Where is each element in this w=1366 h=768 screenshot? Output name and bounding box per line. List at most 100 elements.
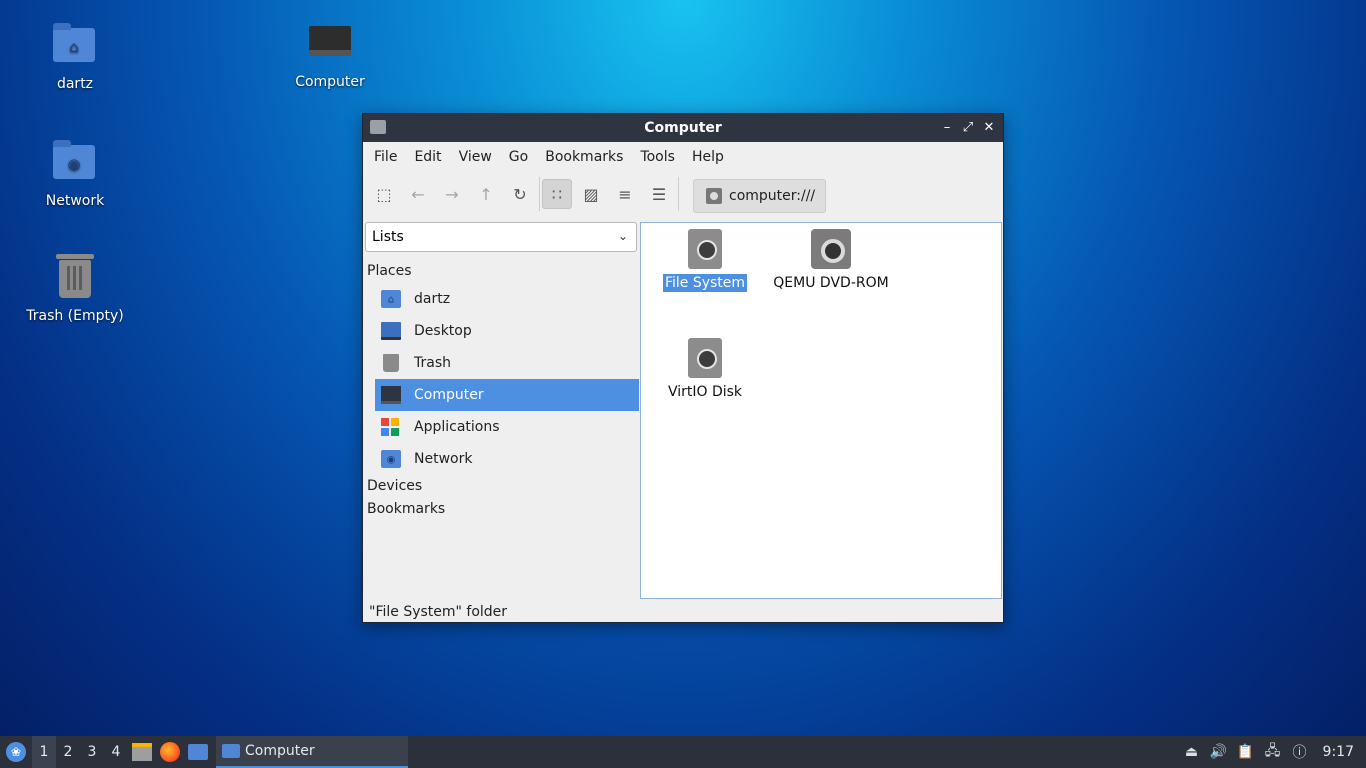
- clipboard-icon[interactable]: 📋: [1234, 736, 1258, 768]
- home-folder-icon: ⌂: [381, 290, 401, 308]
- trash-icon: [383, 354, 399, 372]
- reload-icon[interactable]: ↻: [505, 179, 535, 209]
- menubar: File Edit View Go Bookmarks Tools Help: [363, 142, 1003, 172]
- up-arrow-icon[interactable]: ↑: [471, 179, 501, 209]
- menu-tools[interactable]: Tools: [633, 149, 682, 165]
- file-item-file-system[interactable]: File System: [640, 229, 770, 292]
- status-bar: "File System" folder: [369, 604, 508, 620]
- harddisk-icon: [706, 188, 722, 204]
- desktop-icon-computer[interactable]: Computer: [275, 22, 385, 90]
- toolbar: ⬚ ← → ↑ ↻ ∷ ▨ ≡ ☰ computer:///: [363, 172, 1003, 216]
- firefox-icon: [160, 742, 180, 762]
- trash-icon: [56, 254, 94, 298]
- side-pane-mode-value: Lists: [372, 229, 404, 245]
- section-bookmarks[interactable]: Bookmarks: [363, 498, 641, 521]
- desktop-icon-label: Computer: [295, 74, 365, 90]
- sidebar-item-dartz[interactable]: ⌂ dartz: [375, 283, 639, 315]
- launcher-show-desktop[interactable]: [184, 736, 212, 768]
- chevron-down-icon: ⌄: [617, 229, 628, 243]
- folder-icon: [222, 744, 240, 758]
- file-item-label: VirtIO Disk: [667, 384, 743, 400]
- taskbar: ❀ 1 2 3 4 Computer ⏏ 🔊 📋 🖧 ⓘ 9:17: [0, 736, 1366, 768]
- file-manager-window: Computer – ⤢ ✕ File Edit View Go Bookmar…: [362, 113, 1004, 623]
- sidebar-item-label: Trash: [414, 355, 451, 371]
- workspace-1[interactable]: 1: [32, 736, 56, 768]
- task-button-computer[interactable]: Computer: [216, 736, 408, 768]
- desktop-icon-label: Network: [45, 193, 105, 209]
- system-tray: ⏏ 🔊 📋 🖧 ⓘ 9:17: [1180, 736, 1366, 768]
- sidebar-item-applications[interactable]: Applications: [375, 411, 639, 443]
- computer-icon: [309, 26, 351, 56]
- home-folder-icon: ⌂: [53, 23, 95, 62]
- file-item-label: File System: [662, 274, 748, 292]
- eject-icon[interactable]: ⏏: [1180, 736, 1204, 768]
- sidebar-item-desktop[interactable]: Desktop: [375, 315, 639, 347]
- harddisk-icon: [688, 338, 722, 378]
- network-folder-icon: ◉: [381, 450, 401, 468]
- desktop-icon-dartz[interactable]: ⌂ dartz: [20, 22, 130, 92]
- sidebar-item-network[interactable]: ◉ Network: [375, 443, 639, 475]
- desktop-icon-label: Trash (Empty): [26, 308, 124, 324]
- clock[interactable]: 9:17: [1323, 744, 1354, 760]
- harddisk-icon: [688, 229, 722, 269]
- toolbar-separator: [539, 177, 540, 211]
- maximize-button[interactable]: ⤢: [959, 119, 977, 137]
- start-menu-button[interactable]: ❀: [0, 736, 32, 768]
- new-window-icon[interactable]: ⬚: [369, 179, 399, 209]
- desktop-icon: [381, 322, 401, 340]
- applications-icon: [381, 418, 401, 436]
- file-item-virtio-disk[interactable]: VirtIO Disk: [640, 338, 770, 400]
- desktop-icon-trash[interactable]: Trash (Empty): [20, 254, 130, 324]
- distro-logo-icon: ❀: [6, 742, 26, 762]
- desktop-icon: [188, 744, 208, 760]
- toolbar-separator: [678, 177, 679, 211]
- detail-view-icon[interactable]: ☰: [644, 179, 674, 209]
- sidebar-item-label: Network: [414, 451, 473, 467]
- workspace-4[interactable]: 4: [104, 736, 128, 768]
- volume-icon[interactable]: 🔊: [1207, 736, 1231, 768]
- icon-view-icon[interactable]: ∷: [542, 179, 572, 209]
- sidebar-item-trash[interactable]: Trash: [375, 347, 639, 379]
- menu-bookmarks[interactable]: Bookmarks: [538, 149, 630, 165]
- thumbnail-view-icon[interactable]: ▨: [576, 179, 606, 209]
- section-devices[interactable]: Devices: [363, 475, 641, 498]
- file-item-qemu-dvd-rom[interactable]: QEMU DVD-ROM: [766, 229, 896, 291]
- desktop-icon-label: dartz: [56, 76, 94, 92]
- sidebar-item-label: Applications: [414, 419, 500, 435]
- workspace-3[interactable]: 3: [80, 736, 104, 768]
- network-status-icon[interactable]: 🖧: [1261, 736, 1285, 768]
- sidebar-item-computer[interactable]: Computer: [375, 379, 639, 411]
- desktop-icon-network[interactable]: ◉ Network: [20, 139, 130, 209]
- path-label: computer:///: [729, 188, 816, 204]
- close-button[interactable]: ✕: [980, 119, 998, 137]
- menu-help[interactable]: Help: [685, 149, 731, 165]
- file-icon-view[interactable]: File System QEMU DVD-ROM VirtIO Disk: [640, 222, 1002, 599]
- menu-edit[interactable]: Edit: [407, 149, 448, 165]
- file-item-label: QEMU DVD-ROM: [773, 275, 889, 291]
- network-folder-icon: ◉: [53, 140, 95, 179]
- side-pane: Lists ⌄ Places ⌂ dartz Desktop Trash Com…: [363, 216, 641, 600]
- launcher-file-manager[interactable]: [128, 736, 156, 768]
- window-titlebar[interactable]: Computer – ⤢ ✕: [363, 114, 1003, 142]
- forward-arrow-icon[interactable]: →: [437, 179, 467, 209]
- menu-view[interactable]: View: [452, 149, 499, 165]
- sidebar-item-label: Computer: [414, 387, 484, 403]
- window-title: Computer: [644, 120, 722, 136]
- minimize-button[interactable]: –: [938, 119, 956, 137]
- side-pane-mode-select[interactable]: Lists ⌄: [365, 222, 637, 252]
- file-manager-icon: [132, 743, 152, 761]
- computer-icon: [381, 386, 401, 404]
- menu-file[interactable]: File: [367, 149, 404, 165]
- sidebar-item-label: dartz: [414, 291, 451, 307]
- back-arrow-icon[interactable]: ←: [403, 179, 433, 209]
- workspace-2[interactable]: 2: [56, 736, 80, 768]
- compact-view-icon[interactable]: ≡: [610, 179, 640, 209]
- optical-drive-icon: [811, 229, 851, 269]
- notification-icon[interactable]: ⓘ: [1288, 736, 1312, 768]
- launcher-firefox[interactable]: [156, 736, 184, 768]
- menu-go[interactable]: Go: [502, 149, 535, 165]
- sidebar-item-label: Desktop: [414, 323, 472, 339]
- path-button[interactable]: computer:///: [693, 179, 827, 213]
- section-places[interactable]: Places: [363, 260, 641, 283]
- task-label: Computer: [245, 743, 315, 759]
